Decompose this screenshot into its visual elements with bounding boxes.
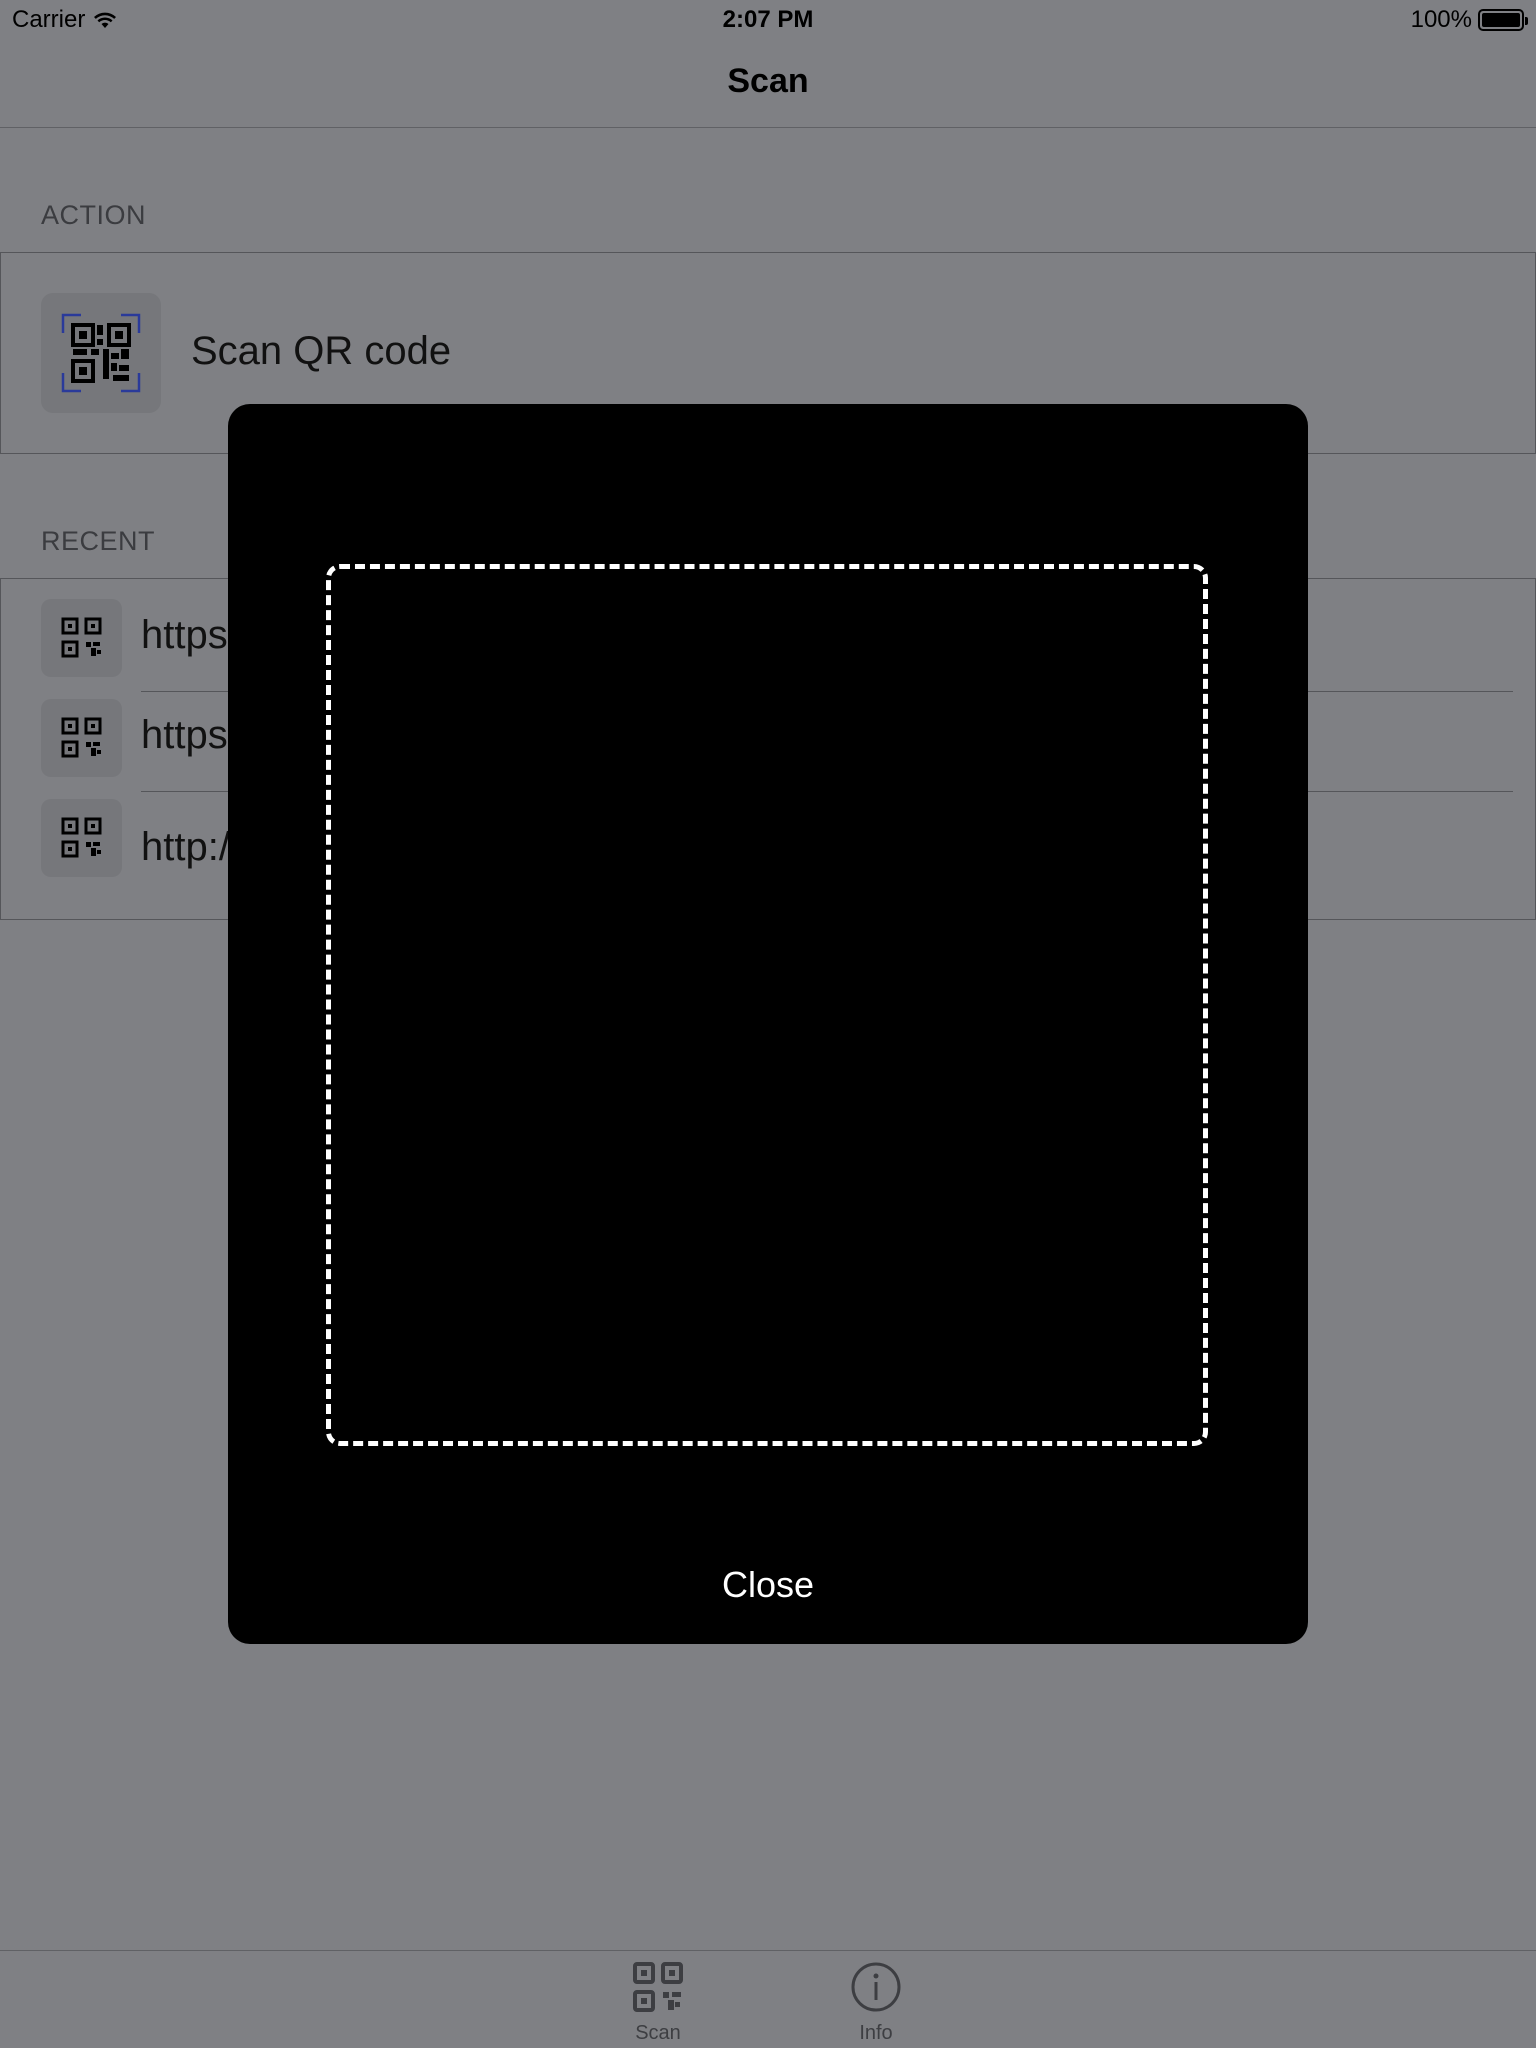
qr-code-icon	[41, 799, 122, 877]
scanner-modal: Close	[228, 404, 1308, 1644]
recent-section-header: RECENT	[41, 526, 156, 556]
action-section-header: ACTION	[41, 200, 147, 230]
tab-bar: Scan Info	[0, 1950, 1536, 2048]
qr-scan-icon	[41, 293, 161, 413]
status-bar: Carrier 2:07 PM 100%	[0, 0, 1536, 40]
page-title: Scan	[727, 62, 809, 100]
tab-scan[interactable]: Scan	[598, 1959, 718, 2045]
battery-icon	[1478, 9, 1528, 31]
qr-code-icon	[633, 1962, 683, 2012]
close-button[interactable]: Close	[228, 1564, 1308, 1606]
status-time: 2:07 PM	[722, 6, 814, 33]
tab-scan-label: Scan	[635, 2022, 681, 2044]
tab-info-label: Info	[859, 2022, 893, 2044]
recent-item-label: https	[141, 613, 228, 657]
scan-qr-label: Scan QR code	[191, 329, 452, 373]
qr-code-icon	[41, 699, 122, 777]
tab-info[interactable]: Info	[816, 1959, 936, 2045]
info-icon	[851, 1962, 901, 2012]
navigation-bar: Scan	[0, 40, 1536, 128]
scan-viewfinder	[326, 564, 1208, 1446]
battery-indicator: 100%	[1410, 6, 1528, 34]
battery-percent: 100%	[1410, 6, 1472, 33]
recent-item-label: http:/	[141, 825, 230, 869]
battery-fill	[1482, 13, 1520, 27]
recent-item-label: https	[141, 713, 228, 757]
qr-code-icon	[41, 599, 122, 677]
